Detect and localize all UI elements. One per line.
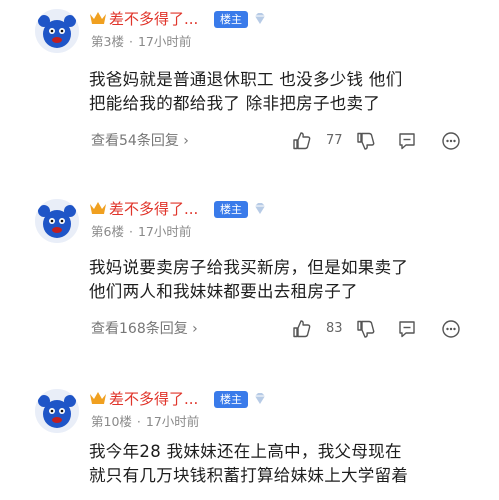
username[interactable]: 差不多得了... — [109, 9, 198, 29]
post-content: 我今年28 我妹妹还在上高中，我父母现在 就只有几万块钱积蓄打算给妹妹上大学留着 — [89, 440, 474, 488]
post-meta: 第3楼 · 17小时前 — [91, 34, 192, 49]
content-line: 我爸妈就是普通退休职工 也没多少钱 他们 — [89, 70, 403, 89]
thumbs-up-icon[interactable] — [292, 131, 312, 151]
thumbs-up-icon[interactable] — [292, 319, 312, 339]
content-line: 我今年28 我妹妹还在上高中，我父母现在 — [89, 442, 402, 461]
view-replies-link[interactable]: 查看54条回复 › — [91, 130, 189, 152]
floor-number: 第3楼 — [91, 34, 124, 49]
thumbs-down-icon[interactable] — [356, 319, 376, 339]
crown-icon — [90, 202, 106, 214]
avatar-image — [35, 199, 79, 243]
username[interactable]: 差不多得了... — [109, 199, 198, 219]
owner-badge: 楼主 — [214, 391, 248, 408]
post-time: 17小时前 — [137, 34, 192, 49]
diamond-icon — [255, 203, 265, 214]
more-icon[interactable] — [441, 319, 461, 339]
floor-number: 第6楼 — [91, 224, 124, 239]
crown-icon — [90, 12, 106, 24]
avatar-image — [35, 389, 79, 433]
comment-icon[interactable] — [397, 131, 417, 151]
owner-badge: 楼主 — [214, 11, 248, 28]
more-icon[interactable] — [441, 131, 461, 151]
avatar[interactable] — [35, 9, 79, 53]
like-count: 83 — [326, 321, 343, 336]
post-actions: 查看168条回复 › 83 — [0, 318, 499, 340]
crown-icon — [90, 392, 106, 404]
content-line: 把能给我的都给我了 除非把房子也卖了 — [89, 94, 381, 113]
content-line: 他们两人和我妹妹都要出去租房子了 — [89, 282, 358, 301]
post-actions: 查看54条回复 › 77 — [0, 130, 499, 152]
avatar-image — [35, 9, 79, 53]
post-meta: 第10楼 · 17小时前 — [91, 414, 200, 429]
view-replies-link[interactable]: 查看168条回复 › — [91, 318, 198, 340]
like-count: 77 — [326, 133, 343, 148]
post-time: 17小时前 — [137, 224, 192, 239]
diamond-icon — [255, 393, 265, 404]
content-line: 就只有几万块钱积蓄打算给妹妹上大学留着 — [89, 466, 409, 485]
owner-badge: 楼主 — [214, 201, 248, 218]
username[interactable]: 差不多得了... — [109, 389, 198, 409]
avatar[interactable] — [35, 389, 79, 433]
comment-icon[interactable] — [397, 319, 417, 339]
avatar[interactable] — [35, 199, 79, 243]
post-time: 17小时前 — [145, 414, 200, 429]
floor-number: 第10楼 — [91, 414, 132, 429]
diamond-icon — [255, 13, 265, 24]
post-content: 我爸妈就是普通退休职工 也没多少钱 他们 把能给我的都给我了 除非把房子也卖了 — [89, 68, 474, 116]
thumbs-down-icon[interactable] — [356, 131, 376, 151]
post-meta: 第6楼 · 17小时前 — [91, 224, 192, 239]
content-line: 我妈说要卖房子给我买新房，但是如果卖了 — [89, 258, 409, 277]
post-content: 我妈说要卖房子给我买新房，但是如果卖了 他们两人和我妹妹都要出去租房子了 — [89, 256, 474, 304]
